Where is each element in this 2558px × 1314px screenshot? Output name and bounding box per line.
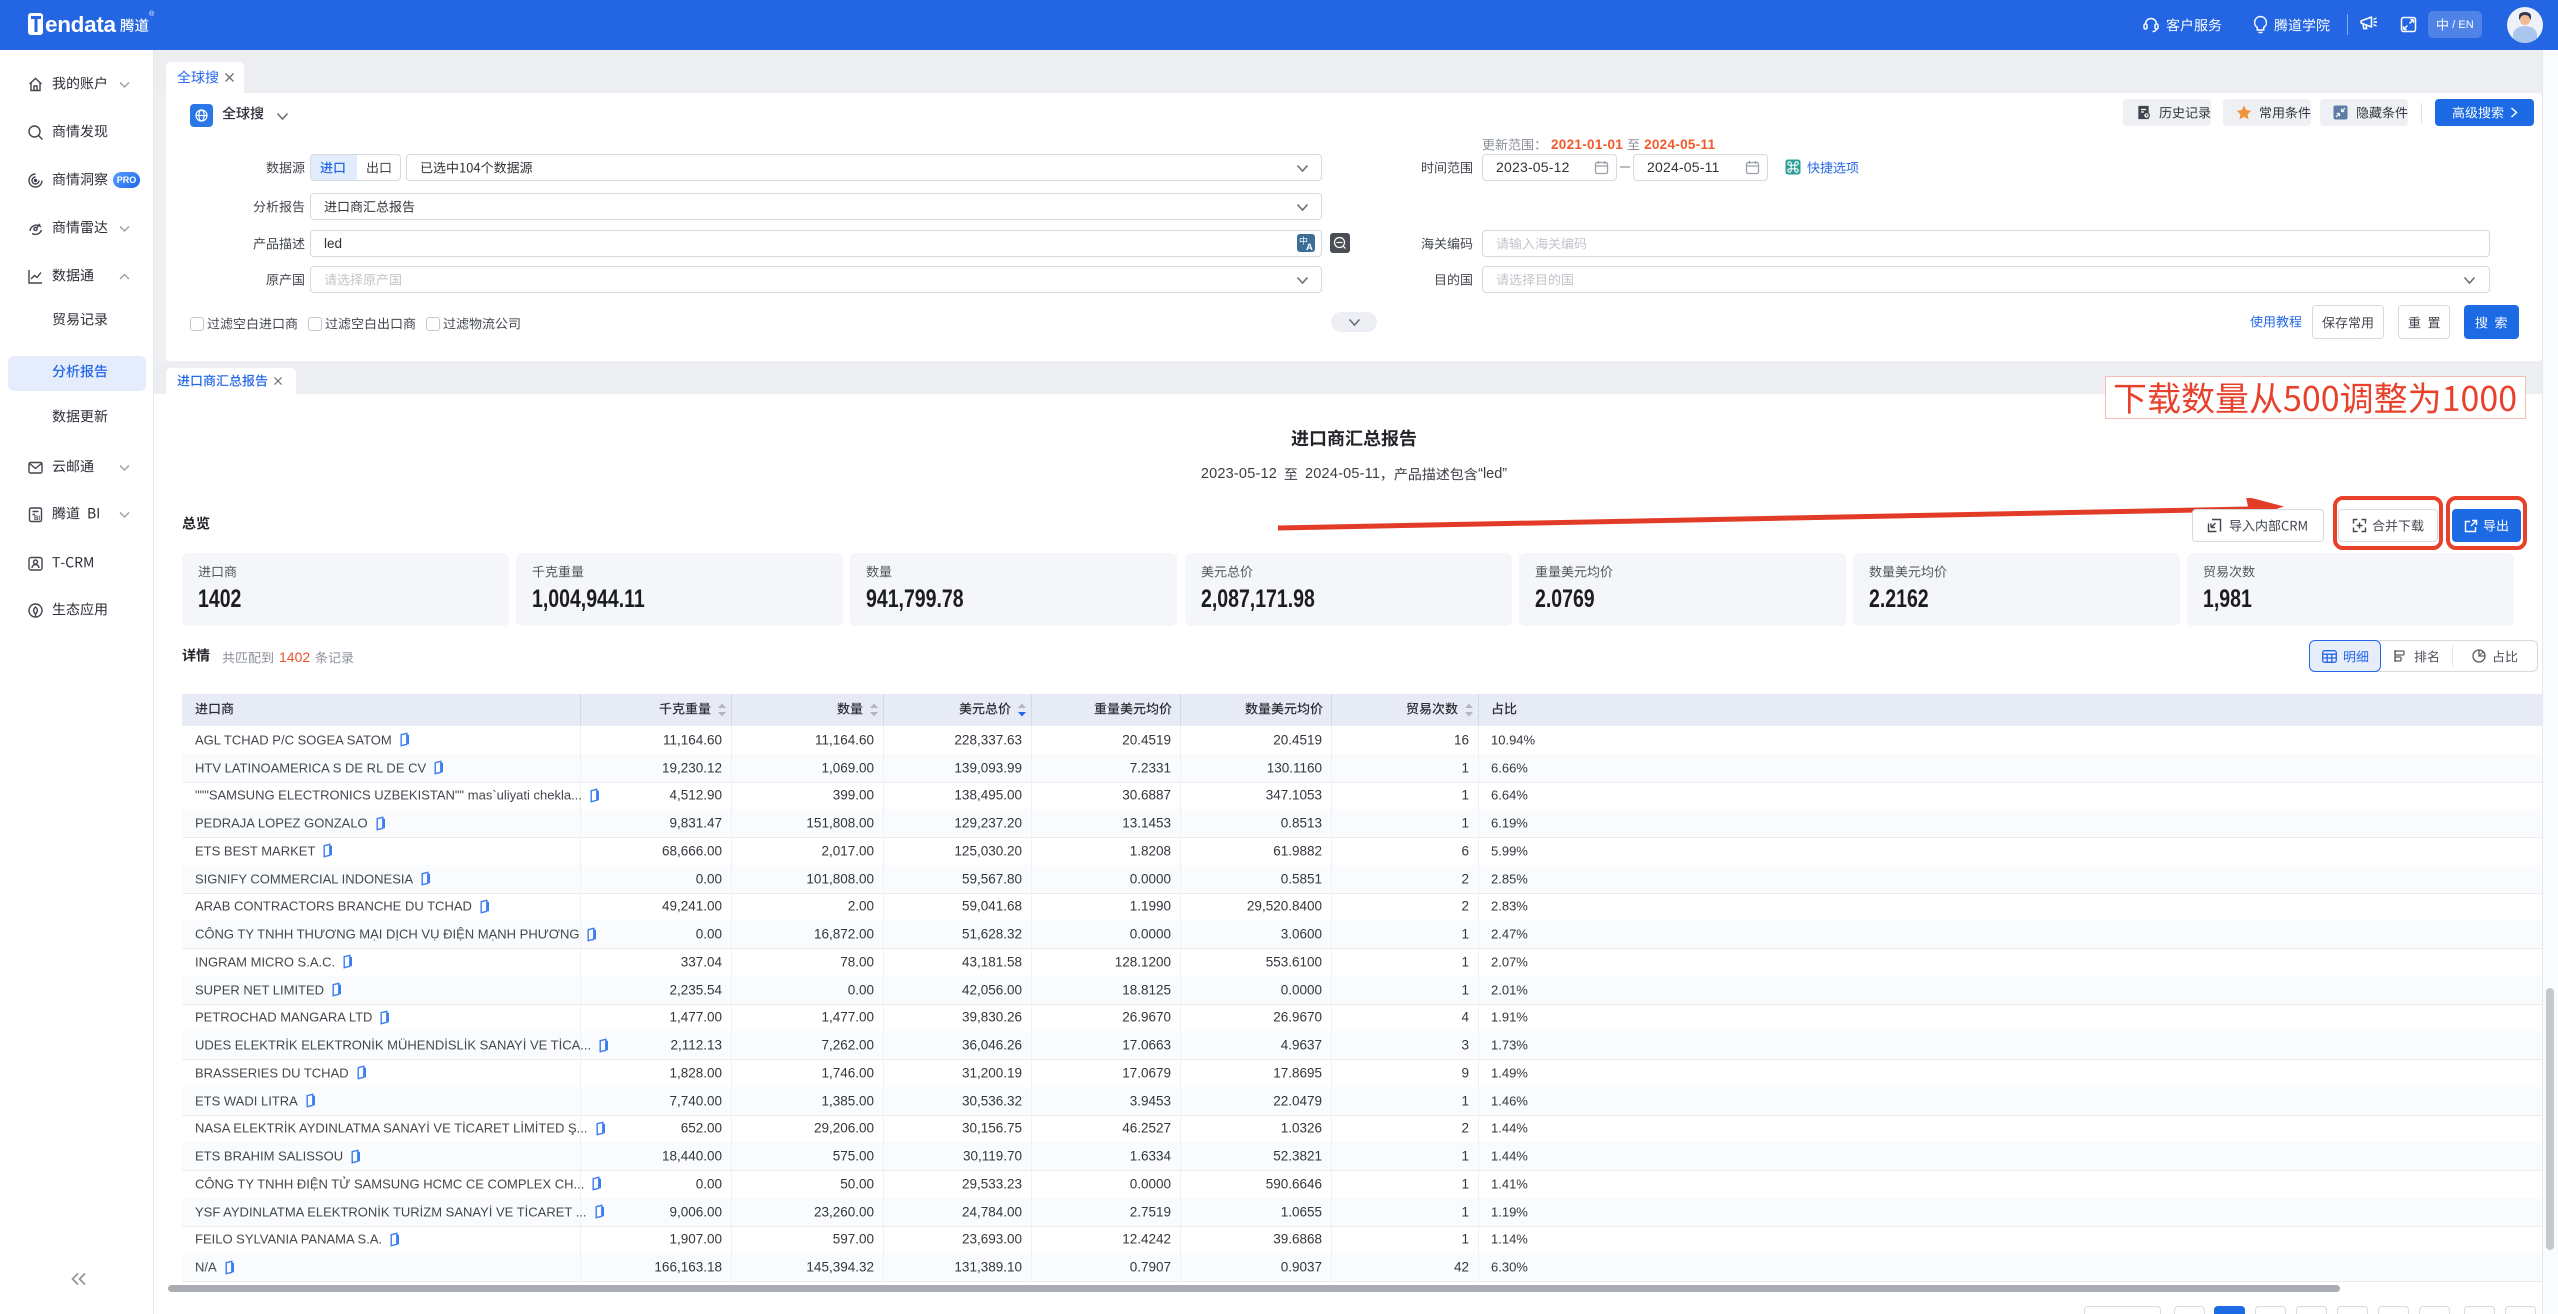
svg-text:BI: BI <box>34 516 40 522</box>
